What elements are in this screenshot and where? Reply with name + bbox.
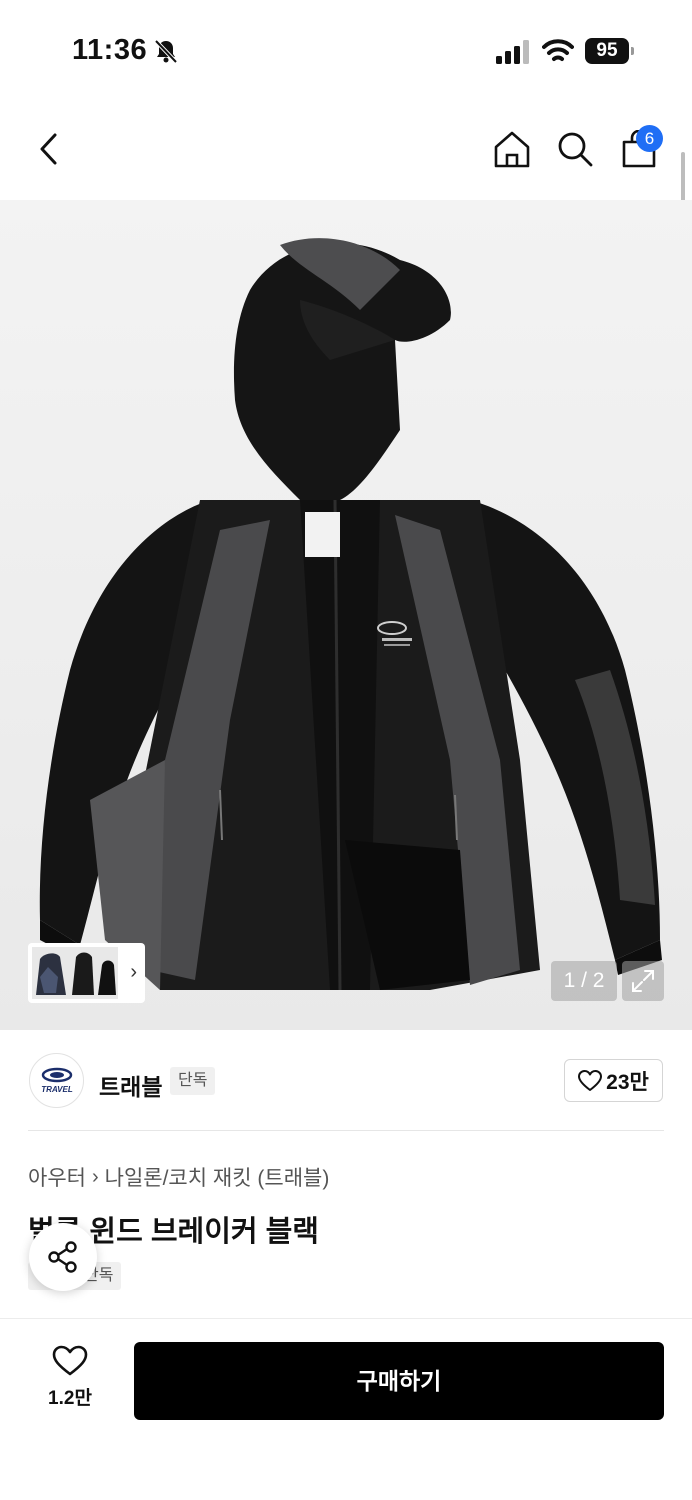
home-button[interactable] xyxy=(491,128,533,170)
heart-icon xyxy=(52,1345,88,1376)
battery-indicator: 95 xyxy=(585,38,635,64)
signal-icon xyxy=(496,40,529,64)
brand-logo-text: TRAVEL xyxy=(41,1085,73,1094)
product-image-gallery[interactable]: › 1 / 2 xyxy=(0,200,692,1030)
product-image xyxy=(39,238,662,991)
heart-icon xyxy=(578,1069,603,1091)
exclusive-badge: 단독 xyxy=(170,1067,216,1095)
wishlist-button[interactable]: 1.2만 xyxy=(34,1345,106,1415)
bell-off-icon xyxy=(154,39,178,64)
cart-count-badge: 6 xyxy=(636,125,663,152)
thumbnail-image xyxy=(32,947,118,999)
home-icon xyxy=(494,131,530,168)
search-icon xyxy=(558,132,593,167)
chevron-right-icon: › xyxy=(91,1165,99,1188)
nav-bar xyxy=(0,100,692,200)
breadcrumb-item[interactable]: 아우터 xyxy=(28,1162,86,1192)
brand-logo[interactable]: TRAVEL xyxy=(29,1053,84,1108)
breadcrumb: 아우터 › 나일론/코치 재킷 (트래블) xyxy=(28,1162,329,1192)
brand-logo-mark: TRAVEL xyxy=(41,1067,73,1094)
image-counter: 1 / 2 xyxy=(551,961,617,1001)
chevron-right-icon: › xyxy=(130,961,137,983)
buy-button[interactable]: 구매하기 xyxy=(134,1342,664,1420)
divider xyxy=(28,1130,664,1131)
bottom-action-bar: 1.2만 구매하기 xyxy=(0,1318,692,1500)
chevron-left-icon xyxy=(40,133,57,165)
wishlist-count: 1.2만 xyxy=(48,1388,92,1409)
thumbnail-strip[interactable]: › xyxy=(28,943,145,1003)
expand-icon xyxy=(632,970,654,992)
back-button[interactable] xyxy=(28,128,70,170)
brand-like-count: 23만 xyxy=(606,1070,649,1094)
expand-button[interactable] xyxy=(622,961,664,1001)
share-button[interactable] xyxy=(29,1223,97,1291)
status-time: 11:36 xyxy=(72,34,148,66)
search-button[interactable] xyxy=(554,128,596,170)
battery-level: 95 xyxy=(585,38,629,64)
brand-name[interactable]: 트래블 xyxy=(99,1068,162,1102)
brand-row: TRAVEL 트래블 단독 23만 xyxy=(0,1030,692,1130)
share-icon xyxy=(48,1241,77,1273)
brand-like-button[interactable]: 23만 xyxy=(564,1059,663,1102)
wifi-icon xyxy=(542,39,574,61)
breadcrumb-item[interactable]: 나일론/코치 재킷 (트래블) xyxy=(105,1162,330,1192)
battery-tip xyxy=(631,47,634,55)
status-bar: 11:36 95 xyxy=(0,0,692,100)
